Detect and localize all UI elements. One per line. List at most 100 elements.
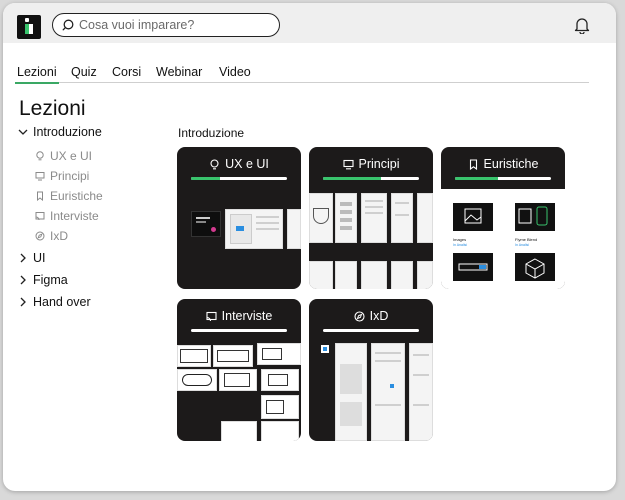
logo[interactable] [17, 15, 41, 39]
tree-item-ux-e-ui[interactable]: UX e UI [35, 149, 92, 163]
tree-item-label: UX e UI [50, 149, 93, 163]
lesson-card-ux-e-ui[interactable]: UX e UI [177, 147, 301, 289]
thumb-title: Images [453, 237, 467, 242]
page-title: Lezioni [19, 97, 86, 120]
phone-icon [515, 203, 555, 231]
tab-corsi[interactable]: Corsi [112, 65, 141, 79]
card-title: IxD [309, 309, 433, 323]
thumbnail [335, 193, 357, 243]
tab-quiz[interactable]: Quiz [71, 65, 97, 79]
card-title: UX e UI [177, 157, 301, 171]
card-preview [309, 341, 433, 441]
thumbnail [177, 369, 217, 391]
cast-icon [206, 311, 217, 321]
thumb-title: Flyme Blend [515, 237, 538, 242]
thumbnail [177, 345, 211, 367]
thumbnail [335, 343, 367, 441]
bulb-icon [36, 151, 44, 161]
tree-section-hand-over[interactable]: Hand over [17, 295, 91, 309]
bulb-icon [210, 158, 219, 169]
card-title-text: UX e UI [225, 157, 269, 171]
card-title: Interviste [177, 309, 301, 323]
thumbnail [261, 395, 299, 419]
progress-bar [323, 177, 419, 180]
lesson-card-principi[interactable]: Principi [309, 147, 433, 289]
card-header: Principi [309, 147, 433, 187]
tree-section-label: Figma [33, 273, 68, 287]
card-title: Euristiche [441, 157, 565, 171]
search-input[interactable] [79, 18, 269, 32]
tab-bar: Lezioni Quiz Corsi Webinar Video [15, 63, 589, 84]
thumbnail [321, 345, 329, 353]
thumbnail [335, 261, 357, 289]
chevron-right-icon [20, 275, 26, 285]
thumb-caption: In Analisi [453, 243, 468, 247]
tree-section-ui[interactable]: UI [17, 251, 46, 265]
thumbnail [361, 261, 387, 289]
thumbnail [287, 209, 301, 249]
bell-icon[interactable] [574, 16, 590, 34]
tree-section-figma[interactable]: Figma [17, 273, 68, 287]
tree-section-label: UI [33, 251, 46, 265]
thumbnail [219, 369, 257, 391]
progress-bar [323, 329, 419, 332]
chevron-right-icon [20, 297, 26, 307]
thumbnail [409, 343, 433, 441]
tree-item-principi[interactable]: Principi [35, 169, 89, 183]
chevron-right-icon [20, 253, 26, 263]
progress-fill [455, 177, 499, 180]
thumbnail [191, 211, 221, 237]
progress-bar [191, 329, 287, 332]
card-title-text: Euristiche [483, 157, 539, 171]
slider-icon [453, 253, 493, 281]
thumbnail [213, 345, 253, 367]
thumbnail [391, 261, 413, 289]
card-header: IxD [309, 299, 433, 339]
tree-section-label: Hand over [33, 295, 91, 309]
lesson-card-ixd[interactable]: IxD [309, 299, 433, 441]
monitor-icon [342, 159, 354, 169]
cast-icon [35, 212, 45, 221]
thumb-caption: In Analisi [515, 243, 530, 247]
tree-item-interviste[interactable]: Interviste [35, 209, 99, 223]
tree-section-introduzione[interactable]: Introduzione [17, 125, 102, 139]
tree-item-ixd[interactable]: IxD [35, 229, 68, 243]
monitor-icon [35, 172, 45, 181]
tab-webinar[interactable]: Webinar [156, 65, 202, 79]
lesson-card-euristiche[interactable]: Euristiche Images In Analisi Flyme Blend… [441, 147, 565, 289]
thumbnail [371, 343, 405, 441]
app-window: Lezioni Quiz Corsi Webinar Video Lezioni… [3, 3, 616, 491]
progress-bar [191, 177, 287, 180]
progress-fill [323, 177, 381, 180]
tree-section-label: Introduzione [33, 125, 102, 139]
image-icon [453, 203, 493, 231]
card-title-text: IxD [369, 309, 389, 323]
card-preview [309, 189, 433, 289]
thumbnail [417, 193, 433, 243]
thumbnail [361, 193, 387, 243]
bookmark-icon [37, 191, 43, 201]
thumbnail [221, 421, 257, 441]
chevron-down-icon [18, 129, 28, 135]
thumbnail [261, 369, 299, 391]
tree-item-label: Interviste [50, 209, 99, 223]
card-title-text: Principi [358, 157, 400, 171]
cube-icon [515, 253, 555, 281]
tab-video[interactable]: Video [219, 65, 251, 79]
thumbnail [391, 193, 413, 243]
compass-icon [354, 310, 365, 322]
search-box[interactable] [52, 13, 280, 37]
lesson-card-interviste[interactable]: Interviste [177, 299, 301, 441]
bookmark-icon [469, 158, 477, 170]
section-label: Introduzione [178, 126, 245, 140]
thumbnail [225, 209, 283, 249]
card-title-text: Interviste [221, 309, 273, 323]
tree-item-euristiche[interactable]: Euristiche [35, 189, 103, 203]
thumbnail [309, 261, 333, 289]
tab-lezioni[interactable]: Lezioni [15, 65, 59, 84]
compass-icon [35, 231, 45, 241]
card-header: Euristiche [441, 147, 565, 187]
card-header: Interviste [177, 299, 301, 339]
progress-fill [191, 177, 220, 180]
top-bar [3, 3, 616, 43]
